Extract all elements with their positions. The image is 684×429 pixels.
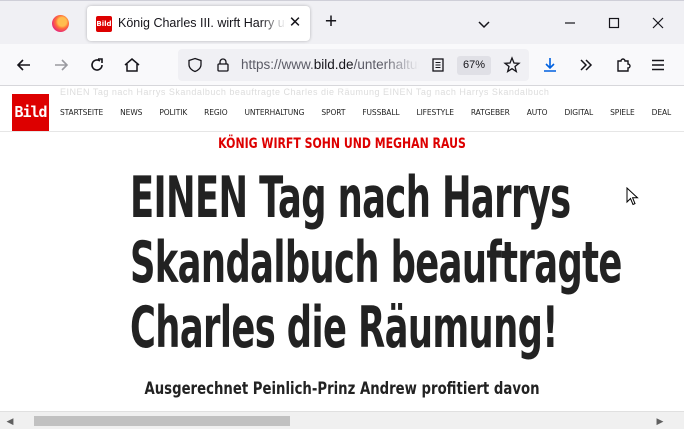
- lock-icon[interactable]: [215, 57, 231, 73]
- bild-favicon-icon: Bild: [96, 16, 112, 32]
- reader-view-icon[interactable]: [430, 57, 446, 73]
- tab-bar: Bild König Charles III. wirft Harry und …: [0, 0, 684, 44]
- url-text[interactable]: https://www.bild.de/unterhaltung: [241, 57, 419, 72]
- chevron-down-icon[interactable]: [474, 14, 494, 34]
- tab-title: König Charles III. wirft Harry und Megha…: [118, 16, 286, 30]
- maximize-icon[interactable]: [604, 13, 624, 33]
- navigation-bar: https://www.bild.de/unterhaltung 67%: [0, 44, 684, 86]
- menu-item-startseite[interactable]: STARTSEITE: [60, 108, 103, 122]
- star-bookmark-icon[interactable]: [503, 56, 521, 74]
- url-bar[interactable]: https://www.bild.de/unterhaltung 67%: [178, 49, 529, 81]
- menu-item-unterhaltung[interactable]: UNTERHALTUNG: [245, 108, 305, 122]
- url-domain: bild.de: [313, 57, 354, 72]
- scrollbar-thumb[interactable]: [34, 416, 290, 426]
- site-header: EINEN Tag nach Harrys Skandalbuch beauft…: [0, 86, 684, 132]
- reload-icon[interactable]: [87, 55, 107, 75]
- tab-bild-article[interactable]: Bild König Charles III. wirft Harry und …: [87, 6, 310, 41]
- zoom-level-badge[interactable]: 67%: [457, 56, 491, 75]
- site-menu: STARTSEITE NEWS POLITIK REGIO UNTERHALTU…: [60, 108, 684, 122]
- article-subline: Ausgerechnet Peinlich-Prinz Andrew profi…: [144, 379, 540, 399]
- mouse-pointer-icon: [626, 187, 639, 206]
- web-page: EINEN Tag nach Harrys Skandalbuch beauft…: [0, 86, 684, 411]
- menu-item-spiele[interactable]: SPIELE: [610, 108, 635, 122]
- horizontal-scrollbar[interactable]: ◀ ▶: [0, 411, 684, 429]
- menu-item-news[interactable]: NEWS: [120, 108, 142, 122]
- menu-item-auto[interactable]: AUTO: [527, 108, 548, 122]
- firefox-logo-icon: [52, 15, 69, 32]
- extensions-puzzle-icon[interactable]: [613, 55, 633, 75]
- menu-item-politik[interactable]: POLITIK: [159, 108, 187, 122]
- bild-logo[interactable]: Bild: [12, 94, 49, 131]
- back-arrow-icon[interactable]: [14, 55, 34, 75]
- shield-icon[interactable]: [187, 57, 203, 73]
- scroll-left-arrow-icon[interactable]: ◀: [4, 415, 16, 427]
- headline-line: EINEN Tag nach Harrys: [129, 165, 571, 231]
- menu-item-regio[interactable]: REGIO: [204, 108, 227, 122]
- home-icon[interactable]: [122, 55, 142, 75]
- menu-item-ratgeber[interactable]: RATGEBER: [471, 108, 510, 122]
- url-prefix: https://www.: [241, 57, 314, 72]
- menu-item-deal[interactable]: DEAL: [652, 108, 672, 122]
- article-headline: EINEN Tag nach Harrys Skandalbuch beauft…: [129, 165, 622, 361]
- headline-line: Charles die Räumung!: [129, 295, 558, 361]
- url-path: /unterhaltung: [353, 57, 419, 72]
- close-tab-icon[interactable]: ✕: [286, 14, 304, 32]
- menu-item-fussball[interactable]: FUSSBALL: [362, 108, 399, 122]
- close-window-icon[interactable]: [648, 13, 668, 33]
- minimize-icon[interactable]: [560, 13, 580, 33]
- article-kicker: KÖNIG WIRFT SOHN UND MEGHAN RAUS: [218, 136, 466, 152]
- scroll-right-arrow-icon[interactable]: ▶: [654, 415, 666, 427]
- menu-item-digital[interactable]: DIGITAL: [564, 108, 593, 122]
- forward-arrow-icon[interactable]: [51, 55, 71, 75]
- headline-line: Skandalbuch beauftragte: [129, 230, 622, 296]
- menu-item-lifestyle[interactable]: LIFESTYLE: [416, 108, 453, 122]
- overflow-chevron-icon[interactable]: [576, 55, 596, 75]
- hamburger-menu-icon[interactable]: [648, 55, 668, 75]
- new-tab-button[interactable]: +: [320, 11, 342, 34]
- menu-item-sport[interactable]: SPORT: [321, 108, 345, 122]
- download-icon[interactable]: [540, 55, 560, 75]
- ticker-text: EINEN Tag nach Harrys Skandalbuch beauft…: [60, 87, 550, 97]
